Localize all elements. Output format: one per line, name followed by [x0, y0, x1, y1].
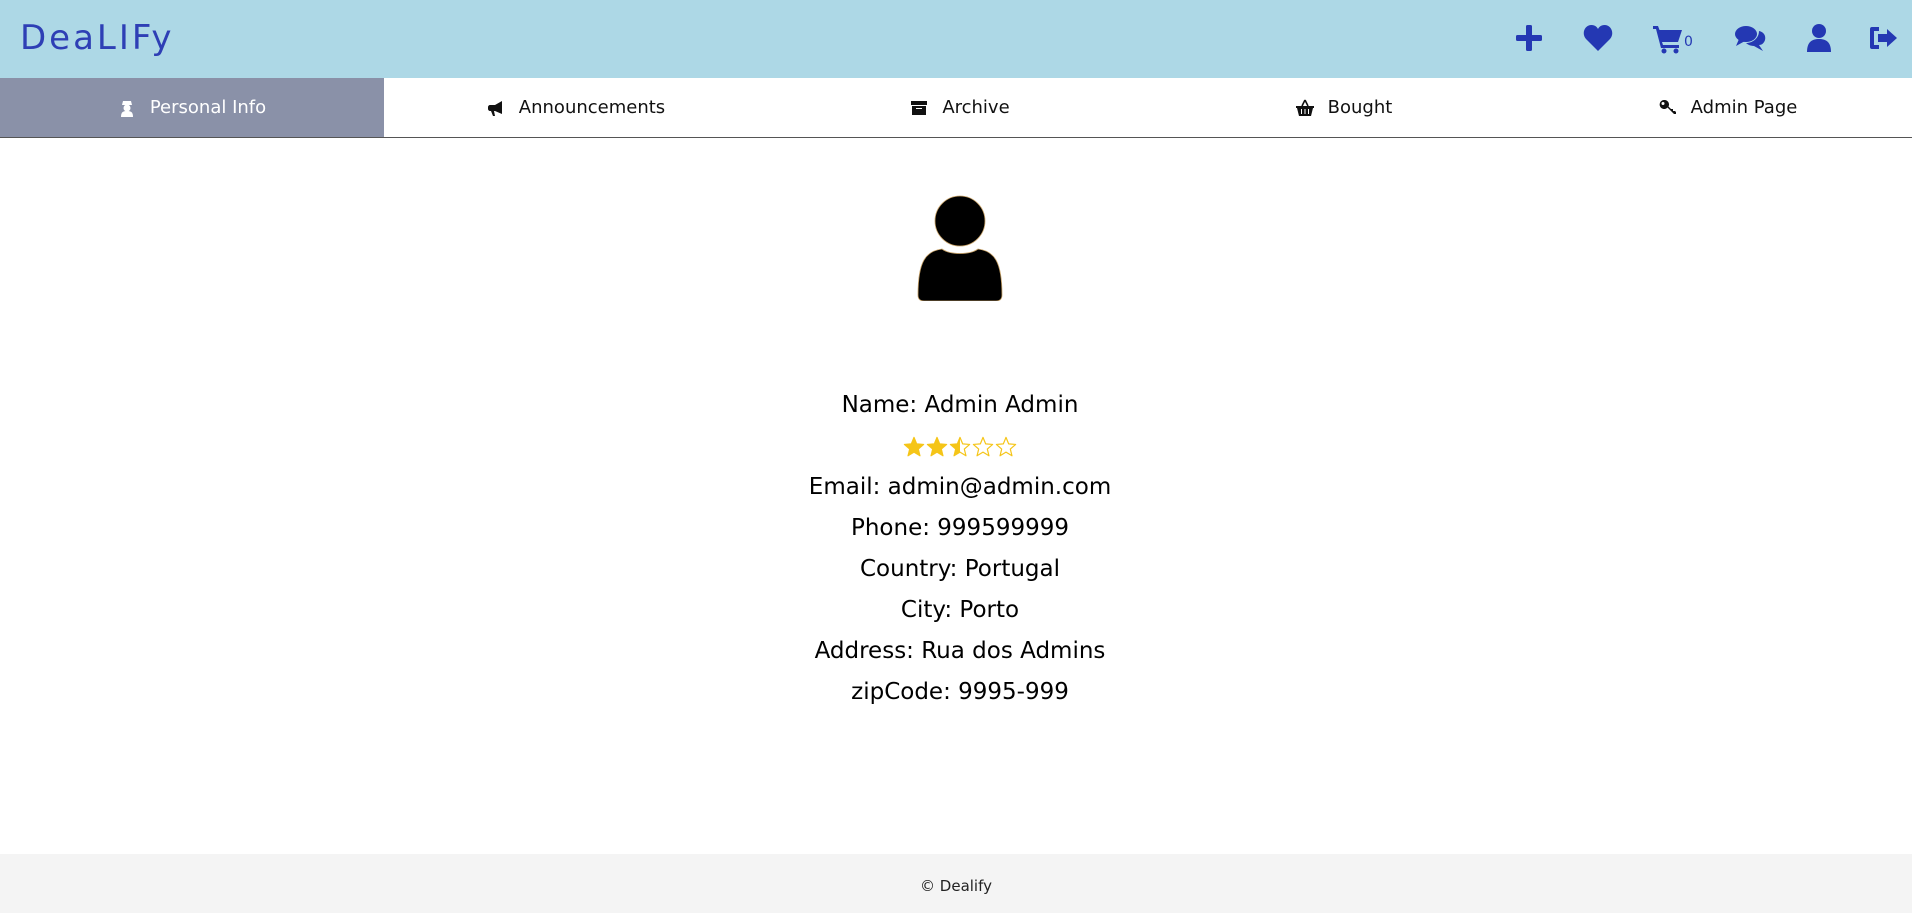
sign-out-icon[interactable] — [1867, 22, 1899, 54]
profile-tabs: Personal Info Announcements Archive Boug… — [0, 78, 1912, 138]
cart-count: 0 — [1684, 34, 1693, 50]
footer-text: © Dealify — [920, 877, 992, 895]
basket-icon — [1295, 99, 1314, 116]
logo[interactable]: DeaLIFy — [20, 18, 174, 58]
user-icon[interactable] — [1803, 22, 1835, 54]
footer: © Dealify — [0, 854, 1912, 913]
profile-phone: Phone: 999599999 — [850, 515, 1069, 541]
chat-icon[interactable] — [1734, 22, 1766, 54]
rating-stars — [0, 426, 1912, 467]
profile-country: Country: Portugal — [859, 556, 1060, 582]
heart-icon[interactable] — [1582, 22, 1614, 54]
archive-icon — [911, 100, 928, 115]
tab-label: Archive — [942, 97, 1010, 118]
tab-announcements[interactable]: Announcements — [384, 78, 768, 137]
user-secret-icon — [120, 100, 133, 117]
star-empty-icon — [995, 436, 1017, 456]
tab-label: Personal Info — [149, 97, 267, 118]
star-full-icon — [926, 436, 948, 456]
top-header: DeaLIFy 0 — [0, 0, 1912, 78]
cart-icon[interactable] — [1652, 22, 1684, 54]
tab-personal-info[interactable]: Personal Info — [0, 78, 384, 137]
star-empty-icon — [972, 436, 994, 456]
star-half-icon — [949, 436, 971, 456]
personal-info: Name: Admin Admin Email: admin@admin.com… — [0, 385, 1912, 713]
bullhorn-icon — [487, 100, 502, 116]
tab-admin-page[interactable]: Admin Page — [1536, 78, 1912, 137]
star-full-icon — [903, 436, 925, 456]
profile-address: Address: Rua dos Admins — [814, 638, 1106, 664]
key-icon — [1659, 99, 1676, 114]
profile-email: Email: admin@admin.com — [808, 474, 1112, 500]
tab-archive[interactable]: Archive — [768, 78, 1152, 137]
plus-icon[interactable] — [1513, 22, 1545, 54]
tab-bought[interactable]: Bought — [1152, 78, 1536, 137]
avatar — [916, 195, 1004, 302]
profile-city: City: Porto — [900, 597, 1020, 623]
profile-name: Name: Admin Admin — [841, 392, 1079, 418]
tab-label: Admin Page — [1690, 97, 1798, 118]
tab-label: Announcements — [518, 97, 666, 118]
tab-label: Bought — [1327, 97, 1393, 118]
profile-zipcode: zipCode: 9995-999 — [851, 679, 1069, 705]
